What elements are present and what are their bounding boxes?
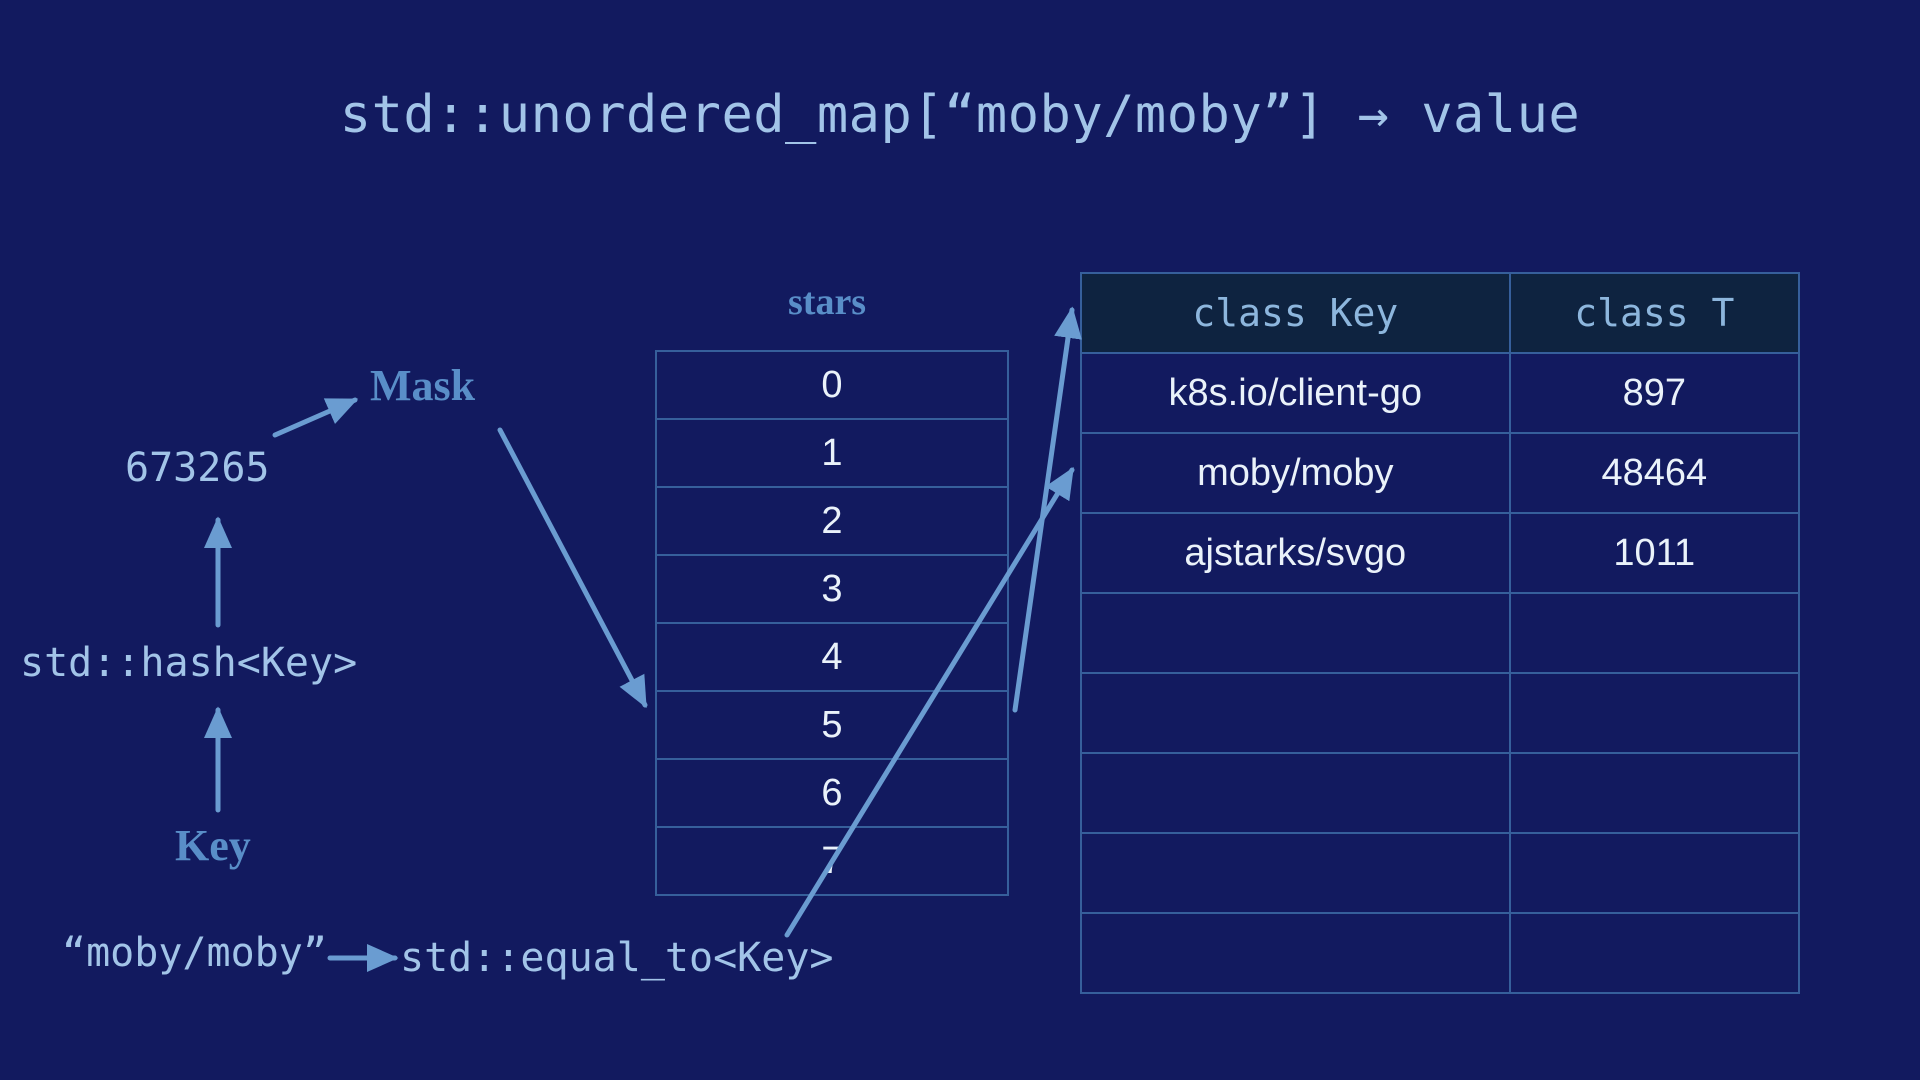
kv-cell-key: k8s.io/client-go — [1081, 353, 1510, 433]
kv-cell-val: 48464 — [1510, 433, 1799, 513]
kv-cell-val: 1011 — [1510, 513, 1799, 593]
kv-cell-val — [1510, 673, 1799, 753]
kv-cell-key — [1081, 833, 1510, 913]
kv-row — [1081, 913, 1799, 993]
arrow-bucket-to-table — [1015, 310, 1072, 710]
kv-cell-val — [1510, 913, 1799, 993]
kv-row — [1081, 593, 1799, 673]
hash-label: std::hash<Key> — [20, 640, 357, 686]
kv-row: k8s.io/client-go 897 — [1081, 353, 1799, 433]
bucket-row: 1 — [657, 418, 1007, 486]
bucket-list: 0 1 2 3 4 5 6 7 — [655, 350, 1009, 896]
kv-header-key: class Key — [1081, 273, 1510, 353]
kv-header-val: class T — [1510, 273, 1799, 353]
kv-row — [1081, 833, 1799, 913]
bucket-row: 7 — [657, 826, 1007, 894]
bucket-row: 2 — [657, 486, 1007, 554]
kv-row: ajstarks/svgo 1011 — [1081, 513, 1799, 593]
slide-title: std::unordered_map[“moby/moby”] → value — [0, 85, 1920, 145]
bucket-row: 5 — [657, 690, 1007, 758]
kv-row — [1081, 673, 1799, 753]
key-label: Key — [175, 820, 251, 871]
arrow-mask-to-bucket — [500, 430, 645, 705]
kv-cell-val — [1510, 753, 1799, 833]
bucket-row: 4 — [657, 622, 1007, 690]
kv-cell-key — [1081, 593, 1510, 673]
kv-cell-key: moby/moby — [1081, 433, 1510, 513]
kv-cell-key — [1081, 753, 1510, 833]
kv-cell-key: ajstarks/svgo — [1081, 513, 1510, 593]
key-value: “moby/moby” — [62, 930, 327, 976]
bucket-row: 6 — [657, 758, 1007, 826]
kv-table: class Key class T k8s.io/client-go 897 m… — [1080, 272, 1800, 994]
mask-label: Mask — [370, 360, 475, 411]
bucket-row: 0 — [657, 352, 1007, 418]
bucket-row: 3 — [657, 554, 1007, 622]
kv-cell-val — [1510, 833, 1799, 913]
kv-cell-val — [1510, 593, 1799, 673]
kv-cell-val: 897 — [1510, 353, 1799, 433]
arrow-value-to-mask — [275, 400, 355, 435]
kv-row: moby/moby 48464 — [1081, 433, 1799, 513]
hash-value: 673265 — [125, 445, 270, 491]
kv-row — [1081, 753, 1799, 833]
diagram-stage: std::unordered_map[“moby/moby”] → value … — [0, 0, 1920, 1080]
kv-cell-key — [1081, 673, 1510, 753]
equal-to-label: std::equal_to<Key> — [400, 935, 833, 981]
stars-label: stars — [788, 280, 866, 324]
kv-cell-key — [1081, 913, 1510, 993]
